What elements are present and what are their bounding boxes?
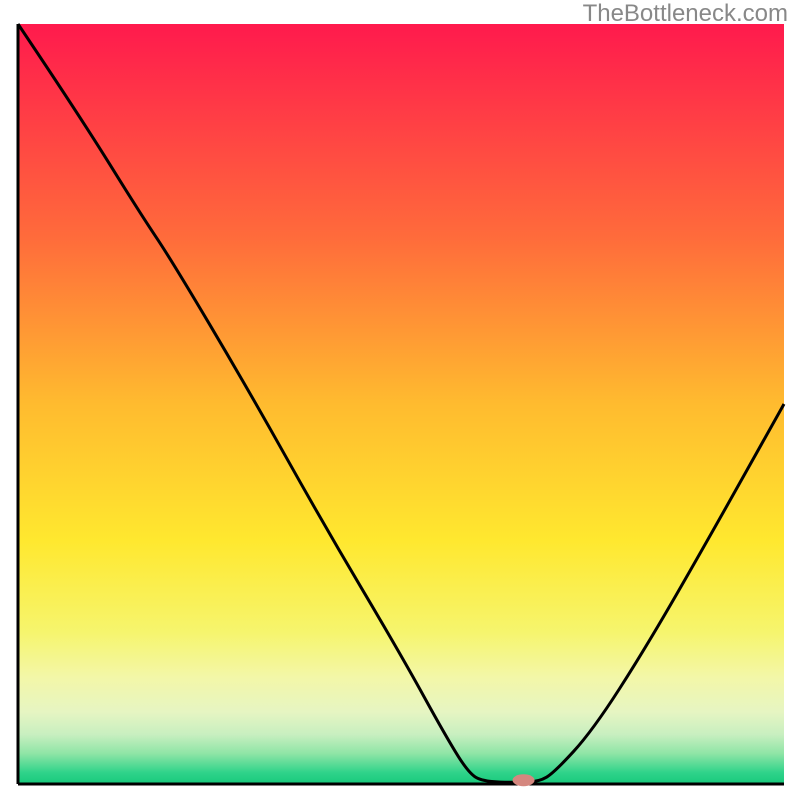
plot-background [18,24,784,784]
watermark-text: TheBottleneck.com [583,0,788,28]
optimal-marker [513,774,535,786]
bottleneck-chart [0,0,800,800]
chart-container: TheBottleneck.com [0,0,800,800]
